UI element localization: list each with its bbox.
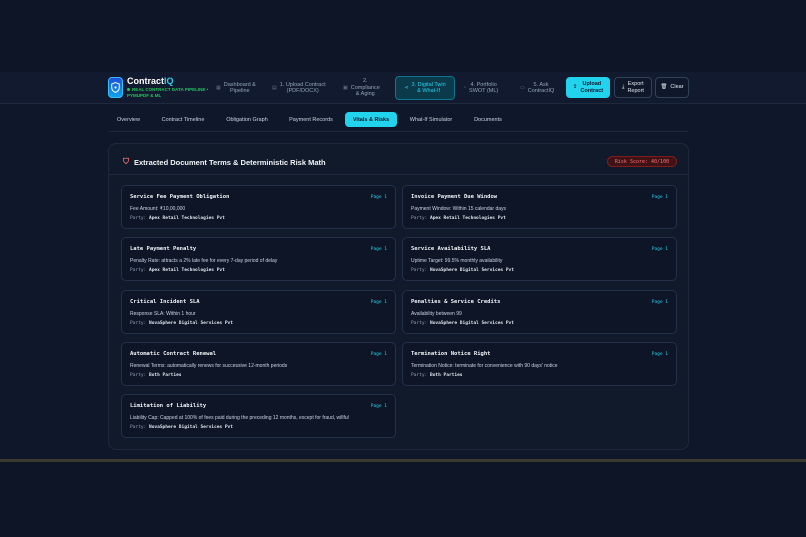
export-label: Export Report bbox=[627, 81, 644, 94]
term-title: Penalties & Service Credits bbox=[411, 299, 501, 305]
term-page-link[interactable]: Page 1 bbox=[371, 352, 387, 357]
tab-ask-contractiq[interactable]: ▭ 5. Ask ContractIQ bbox=[516, 76, 558, 100]
shield-alert-icon: ⛉ bbox=[123, 157, 129, 166]
term-description: Uptime Target: 99.5% monthly availabilit… bbox=[411, 258, 503, 264]
subtab-documents[interactable]: Documents bbox=[467, 112, 509, 127]
brand-title: ContractIQ bbox=[127, 76, 174, 86]
bottom-background bbox=[0, 462, 806, 537]
clear-label: Clear bbox=[670, 84, 684, 91]
term-description: Termination Notice: terminate for conven… bbox=[411, 363, 558, 369]
term-title: Critical Incident SLA bbox=[130, 299, 200, 305]
term-page-link[interactable]: Page 1 bbox=[371, 247, 387, 252]
term-party: Party: Both Parties bbox=[411, 373, 463, 378]
term-description: Fee Amount: ₹10,00,000 bbox=[130, 206, 186, 212]
upload-label: Upload Contract bbox=[580, 81, 604, 94]
subtab-payment-records[interactable]: Payment Records bbox=[283, 112, 339, 127]
term-party: Party: NovaSphere Digital Services Pvt bbox=[130, 321, 233, 326]
term-description: Response SLA: Within 1 hour bbox=[130, 311, 196, 317]
subtab-contract-timeline[interactable]: Contract Timeline bbox=[155, 112, 211, 127]
app-header: ContractIQ REAL CONTRACT DATA PIPELINE •… bbox=[0, 72, 806, 104]
tab-portfolio-swot[interactable]: ◔ 4. Portfolio SWOT (ML) bbox=[459, 76, 502, 100]
panel-header: ⛉ Extracted Document Terms & Determinist… bbox=[123, 157, 326, 167]
term-title: Late Payment Penalty bbox=[130, 246, 197, 252]
upload-contract-button[interactable]: ⇪ Upload Contract bbox=[566, 77, 610, 98]
export-report-button[interactable]: ⤓ Export Report bbox=[614, 77, 652, 98]
term-card[interactable]: Termination Notice Right Page 1 Terminat… bbox=[402, 342, 677, 386]
term-party: Party: Apex Retail Technologies Pvt bbox=[411, 216, 506, 221]
download-icon: ⤓ bbox=[622, 84, 625, 91]
logo bbox=[108, 77, 123, 98]
tab-label: 4. Portfolio SWOT (ML) bbox=[469, 81, 499, 95]
term-party: Party: Apex Retail Technologies Pvt bbox=[130, 268, 225, 273]
tab-label: 1. Upload Contract (PDF/DOCX) bbox=[279, 81, 326, 95]
term-page-link[interactable]: Page 1 bbox=[652, 300, 668, 305]
term-party: Party: NovaSphere Digital Services Pvt bbox=[130, 425, 233, 430]
panel-divider bbox=[109, 174, 688, 175]
term-title: Service Availability SLA bbox=[411, 246, 491, 252]
term-party: Party: NovaSphere Digital Services Pvt bbox=[411, 268, 514, 273]
term-page-link[interactable]: Page 1 bbox=[371, 195, 387, 200]
panel-title: Extracted Document Terms & Deterministic… bbox=[134, 157, 326, 167]
file-icon: ▤ bbox=[272, 84, 277, 91]
term-description: Penalty Rate: attracts a 2% late fee for… bbox=[130, 258, 278, 264]
pipeline-status: REAL CONTRACT DATA PIPELINE • PYMUPDF & M… bbox=[127, 87, 213, 99]
term-title: Automatic Contract Renewal bbox=[130, 351, 217, 357]
term-party: Party: Both Parties bbox=[130, 373, 182, 378]
term-page-link[interactable]: Page 1 bbox=[652, 352, 668, 357]
chat-icon: ▭ bbox=[520, 84, 525, 91]
pie-icon: ◔ bbox=[463, 84, 467, 91]
upload-icon: ⇪ bbox=[572, 84, 578, 91]
tab-upload-contract[interactable]: ▤ 1. Upload Contract (PDF/DOCX) bbox=[268, 76, 330, 100]
status-dot bbox=[127, 88, 130, 92]
term-card[interactable]: Limitation of Liability Page 1 Liability… bbox=[121, 394, 396, 438]
sub-navigation: Overview Contract Timeline Obligation Gr… bbox=[0, 104, 806, 132]
term-page-link[interactable]: Page 1 bbox=[371, 404, 387, 409]
terms-panel: ⛉ Extracted Document Terms & Determinist… bbox=[108, 143, 689, 450]
tab-compliance[interactable]: ▣ 2. Compliance & Aging bbox=[339, 76, 384, 100]
pipeline-line1: REAL CONTRACT DATA PIPELINE • bbox=[132, 87, 209, 92]
term-card[interactable]: Penalties & Service Credits Page 1 Avail… bbox=[402, 290, 677, 334]
calendar-icon: ▣ bbox=[343, 84, 348, 91]
term-page-link[interactable]: Page 1 bbox=[371, 300, 387, 305]
tab-label: Dashboard & Pipeline bbox=[223, 81, 256, 95]
subtab-what-if-simulator[interactable]: What-If Simulator bbox=[404, 112, 458, 127]
term-card[interactable]: Service Fee Payment Obligation Page 1 Fe… bbox=[121, 185, 396, 229]
tab-label: 5. Ask ContractIQ bbox=[527, 81, 555, 95]
term-party: Party: NovaSphere Digital Services Pvt bbox=[411, 321, 514, 326]
term-title: Termination Notice Right bbox=[411, 351, 491, 357]
term-description: Renewal Terms: automatically renews for … bbox=[130, 363, 288, 369]
term-card[interactable]: Invoice Payment Due Window Page 1 Paymen… bbox=[402, 185, 677, 229]
term-description: Payment Window: Within 15 calendar days bbox=[411, 206, 507, 212]
brand-accent: IQ bbox=[164, 76, 174, 86]
term-title: Service Fee Payment Obligation bbox=[130, 194, 230, 200]
risk-score-badge: Risk Score: 40/100 bbox=[607, 156, 677, 167]
term-card[interactable]: Critical Incident SLA Page 1 Response SL… bbox=[121, 290, 396, 334]
term-card[interactable]: Service Availability SLA Page 1 Uptime T… bbox=[402, 237, 677, 281]
term-title: Invoice Payment Due Window bbox=[411, 194, 498, 200]
term-card[interactable]: Automatic Contract Renewal Page 1 Renewa… bbox=[121, 342, 396, 386]
term-party: Party: Apex Retail Technologies Pvt bbox=[130, 216, 225, 221]
subtab-overview[interactable]: Overview bbox=[110, 112, 147, 127]
share-icon: ⋖ bbox=[404, 84, 409, 91]
brand-main: Contract bbox=[127, 76, 165, 86]
tab-label: 3. Digital Twin & What-If bbox=[411, 81, 446, 95]
tab-digital-twin[interactable]: ⋖ 3. Digital Twin & What-If bbox=[395, 76, 455, 100]
tab-label: 2. Compliance & Aging bbox=[350, 78, 380, 98]
term-title: Limitation of Liability bbox=[130, 403, 207, 409]
grid-icon: ▦ bbox=[216, 84, 221, 91]
tab-dashboard[interactable]: ▦ Dashboard & Pipeline bbox=[212, 76, 260, 100]
term-description: Availability between 99 bbox=[411, 311, 462, 317]
top-background bbox=[0, 0, 806, 72]
subtab-vitals-risks[interactable]: Vitals & Risks bbox=[345, 112, 397, 127]
subtab-obligation-graph[interactable]: Obligation Graph bbox=[219, 112, 275, 127]
subnav-divider bbox=[108, 131, 688, 132]
trash-icon: 🗑 bbox=[660, 84, 668, 91]
clear-button[interactable]: 🗑 Clear bbox=[655, 77, 689, 98]
term-page-link[interactable]: Page 1 bbox=[652, 195, 668, 200]
shield-logo-icon bbox=[111, 82, 120, 93]
term-card[interactable]: Late Payment Penalty Page 1 Penalty Rate… bbox=[121, 237, 396, 281]
term-description: Liability Cap: Capped at 100% of fees pa… bbox=[130, 415, 349, 421]
pipeline-line2: PYMUPDF & ML bbox=[127, 93, 162, 98]
term-page-link[interactable]: Page 1 bbox=[652, 247, 668, 252]
